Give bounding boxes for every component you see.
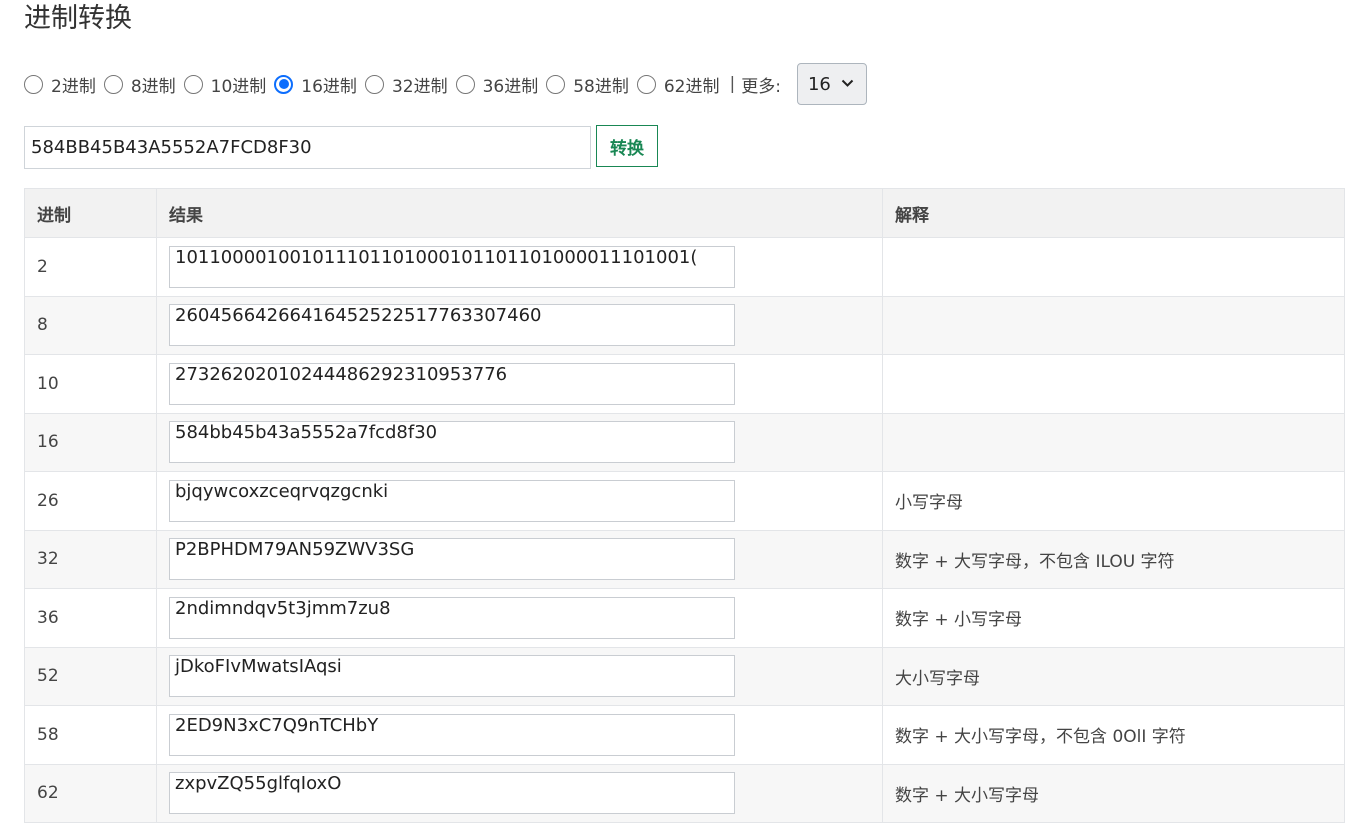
radio-label: 62进制 [663,76,720,97]
radio-circle-checked[interactable] [274,74,294,94]
radio-base-2[interactable]: 2进制 [24,72,96,97]
result-field[interactable]: 27326202010244486292310953776 [169,362,735,405]
radio-circle[interactable] [364,74,384,94]
row-base: 16 [24,412,157,472]
radio-base-36[interactable]: 36进制 [455,72,539,97]
radio-circle[interactable] [183,74,203,94]
row-base: 62 [24,763,157,823]
radio-circle[interactable] [103,74,123,94]
result-field[interactable]: 1011000010010111011010001011011010000111… [169,245,735,288]
radio-label: 36进制 [482,76,539,97]
table-row: 32 P2BPHDM79AN59ZWV3SG 数字 + 大写字母，不包含 ILO… [24,529,1345,589]
table-row: 16 584bb45b43a5552a7fcd8f30 [24,412,1345,472]
result-field[interactable]: zxpvZQ55glfqIoxO [169,772,735,815]
row-base: 26 [24,471,157,531]
page: 进制转换 2进制 8进制 10进制 16进制 32进制 36进制 58进制 62… [0,0,1361,840]
row-base: 36 [24,588,157,648]
row-result-cell: bjqywcoxzceqrvqzgcnki [156,471,883,531]
row-base: 32 [24,529,157,589]
radio-circle[interactable] [546,74,566,94]
radio-base-62[interactable]: 62进制 [636,72,720,97]
radio-label: 58进制 [573,76,629,97]
result-field[interactable]: 2ndimndqv5t3jmm7zu8 [169,596,735,639]
row-explain: 数字 + 大写字母，不包含 ILOU 字符 [882,529,1345,589]
row-explain: 数字 + 大小写字母，不包含 0OlI 字符 [882,705,1345,765]
table-row: 10 27326202010244486292310953776 [24,354,1345,414]
row-base: 58 [24,705,157,765]
table-row: 58 2ED9N3xC7Q9nTCHbY 数字 + 大小写字母，不包含 0OlI… [24,705,1345,765]
header-base: 进制 [24,188,157,238]
number-input[interactable] [24,126,591,169]
row-result-cell: jDkoFIvMwatsIAqsi [156,646,883,706]
radio-label: 32进制 [391,76,448,97]
radio-label: 2进制 [51,76,96,97]
row-explain [882,295,1345,355]
row-result-cell: 2ED9N3xC7Q9nTCHbY [156,705,883,765]
separator: | [729,74,736,94]
result-field[interactable]: jDkoFIvMwatsIAqsi [169,655,735,698]
radio-base-10[interactable]: 10进制 [183,72,267,97]
row-base: 10 [24,354,157,414]
row-explain: 数字 + 小写字母 [882,588,1345,648]
table-header-row: 进制 结果 解释 [24,188,1345,238]
chevron-down-icon [841,77,854,92]
convert-button[interactable]: 转换 [596,125,658,167]
row-explain [882,412,1345,472]
table-row: 52 jDkoFIvMwatsIAqsi 大小写字母 [24,646,1345,706]
result-field[interactable]: 2ED9N3xC7Q9nTCHbY [169,713,735,756]
row-result-cell: 2ndimndqv5t3jmm7zu8 [156,588,883,648]
radio-label: 16进制 [301,76,357,97]
result-field[interactable]: 584bb45b43a5552a7fcd8f30 [169,421,735,464]
result-field[interactable]: P2BPHDM79AN59ZWV3SG [169,538,735,581]
row-explain [882,237,1345,297]
row-result-cell: 1011000010010111011010001011011010000111… [156,237,883,297]
radio-circle[interactable] [636,74,656,94]
radio-circle[interactable] [455,74,475,94]
table-row: 36 2ndimndqv5t3jmm7zu8 数字 + 小写字母 [24,588,1345,648]
more-label: 更多: [741,76,781,97]
row-explain: 小写字母 [882,471,1345,531]
radio-base-32[interactable]: 32进制 [364,72,448,97]
radio-base-16[interactable]: 16进制 [274,72,357,97]
row-explain: 数字 + 大小写字母 [882,763,1345,823]
radio-base-8[interactable]: 8进制 [103,72,176,97]
select-value: 16 [807,73,831,95]
table-row: 2 10110000100101110110100010110110100001… [24,237,1345,297]
row-explain [882,354,1345,414]
page-title: 进制转换 [24,3,132,34]
radio-label: 10进制 [210,76,267,97]
radio-label: 8进制 [130,76,176,97]
base-radio-group: 2进制 8进制 10进制 16进制 32进制 36进制 58进制 62进制 | … [24,63,867,105]
table-row: 8 26045664266416452522517763307460 [24,295,1345,355]
row-result-cell: 27326202010244486292310953776 [156,354,883,414]
table-row: 26 bjqywcoxzceqrvqzgcnki 小写字母 [24,471,1345,531]
row-base: 8 [24,295,157,355]
result-field[interactable]: bjqywcoxzceqrvqzgcnki [169,479,735,522]
header-result: 结果 [156,188,883,238]
results-table: 进制 结果 解释 2 10110000100101110110100010110… [24,188,1345,823]
row-explain: 大小写字母 [882,646,1345,706]
result-field[interactable]: 26045664266416452522517763307460 [169,304,735,347]
row-base: 2 [24,237,157,297]
base-select[interactable]: 16 [796,63,867,105]
radio-base-58[interactable]: 58进制 [546,72,629,97]
radio-circle[interactable] [24,74,43,94]
header-explain: 解释 [882,188,1345,238]
row-result-cell: 584bb45b43a5552a7fcd8f30 [156,412,883,472]
row-result-cell: 26045664266416452522517763307460 [156,295,883,355]
table-row: 62 zxpvZQ55glfqIoxO 数字 + 大小写字母 [24,763,1345,823]
row-base: 52 [24,646,157,706]
row-result-cell: zxpvZQ55glfqIoxO [156,763,883,823]
row-result-cell: P2BPHDM79AN59ZWV3SG [156,529,883,589]
